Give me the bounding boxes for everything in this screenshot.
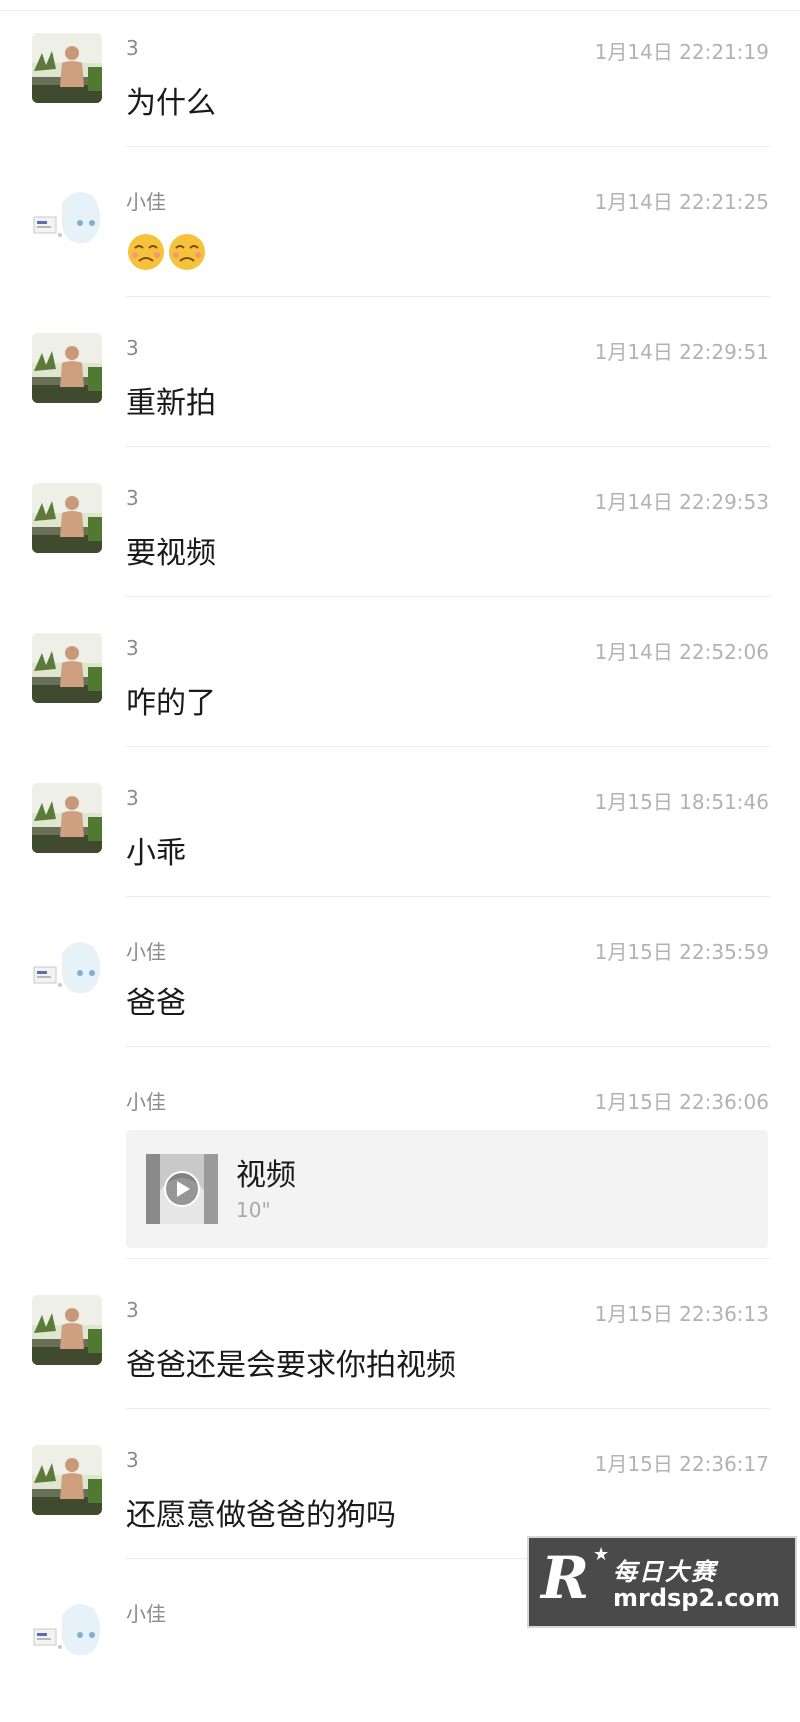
message-timestamp: 1月15日 22:36:17 [594,1452,769,1476]
avatar[interactable] [32,33,102,103]
message-text: 小乖 [126,836,186,871]
message-text: 为什么 [126,86,216,121]
message-timestamp: 1月15日 22:36:13 [594,1302,769,1326]
message-timestamp: 1月14日 22:21:25 [594,190,769,214]
message-timestamp: 1月14日 22:52:06 [594,640,769,664]
message-text: 爸爸 [126,986,186,1021]
message-row[interactable]: 3 1月14日 22:52:06 咋的了 [0,610,800,760]
message-row[interactable]: 3 1月15日 18:51:46 小乖 [0,760,800,910]
message-text: 咋的了 [126,686,216,721]
watermark-title: 每日大赛 [613,1558,717,1586]
avatar[interactable] [32,783,102,853]
message-row[interactable]: 3 1月14日 22:29:53 要视频 [0,460,800,610]
message-timestamp: 1月14日 22:29:51 [594,340,769,364]
message-row[interactable]: 3 1月14日 22:21:19 为什么 [0,10,800,160]
message-timestamp: 1月14日 22:29:53 [594,490,769,514]
message-divider [126,296,770,297]
sender-name: 小佳 [126,940,166,964]
avatar[interactable] [32,183,102,253]
message-divider [126,446,770,447]
video-thumbnail[interactable] [146,1154,218,1224]
message-text: 重新拍 [126,386,216,421]
message-divider [126,1046,770,1047]
avatar[interactable] [32,1445,102,1515]
sender-name: 3 [126,36,139,60]
message-divider [126,1258,770,1259]
avatar[interactable] [32,633,102,703]
message-divider [126,1408,770,1409]
sender-name: 3 [126,1298,139,1322]
message-divider [126,146,770,147]
avatar[interactable] [32,1595,102,1665]
video-message-card[interactable]: 视频 10" [126,1130,768,1248]
sender-name: 小佳 [126,190,166,214]
message-text: 要视频 [126,536,216,571]
message-divider [126,896,770,897]
message-row[interactable]: 小佳 1月15日 22:36:06 视频 10" [0,1060,800,1272]
message-timestamp: 1月15日 22:35:59 [594,940,769,964]
sender-name: 3 [126,336,139,360]
message-text: 爸爸还是会要求你拍视频 [126,1348,456,1383]
pleading-face-emoji-icon [126,232,208,272]
avatar[interactable] [32,1295,102,1365]
message-row[interactable]: 3 1月15日 22:36:13 爸爸还是会要求你拍视频 [0,1272,800,1422]
watermark-logo: R ★ 每日大赛 mrdsp2.com [527,1536,797,1628]
sender-name: 3 [126,786,139,810]
sender-name: 3 [126,486,139,510]
message-row[interactable]: 3 1月14日 22:29:51 重新拍 [0,310,800,460]
message-timestamp: 1月15日 18:51:46 [594,790,769,814]
sender-name: 3 [126,636,139,660]
message-row[interactable]: 小佳 1月15日 22:35:59 爸爸 [0,910,800,1060]
avatar[interactable] [32,333,102,403]
video-title: 视频 [236,1158,296,1193]
message-timestamp: 1月14日 22:21:19 [594,40,769,64]
message-text: 还愿意做爸爸的狗吗 [126,1498,396,1533]
message-timestamp: 1月15日 22:36:06 [594,1090,769,1114]
avatar[interactable] [32,483,102,553]
sender-name: 小佳 [126,1090,166,1114]
video-duration: 10" [236,1198,271,1222]
watermark-letter: R [541,1544,590,1612]
watermark-star: ★ [593,1544,610,1565]
watermark-site: mrdsp2.com [613,1584,781,1612]
sender-name: 小佳 [126,1602,166,1626]
sender-name: 3 [126,1448,139,1472]
message-divider [126,596,770,597]
avatar[interactable] [32,933,102,1003]
message-divider [126,746,770,747]
message-row[interactable]: 小佳 1月14日 22:21:25 [0,160,800,310]
